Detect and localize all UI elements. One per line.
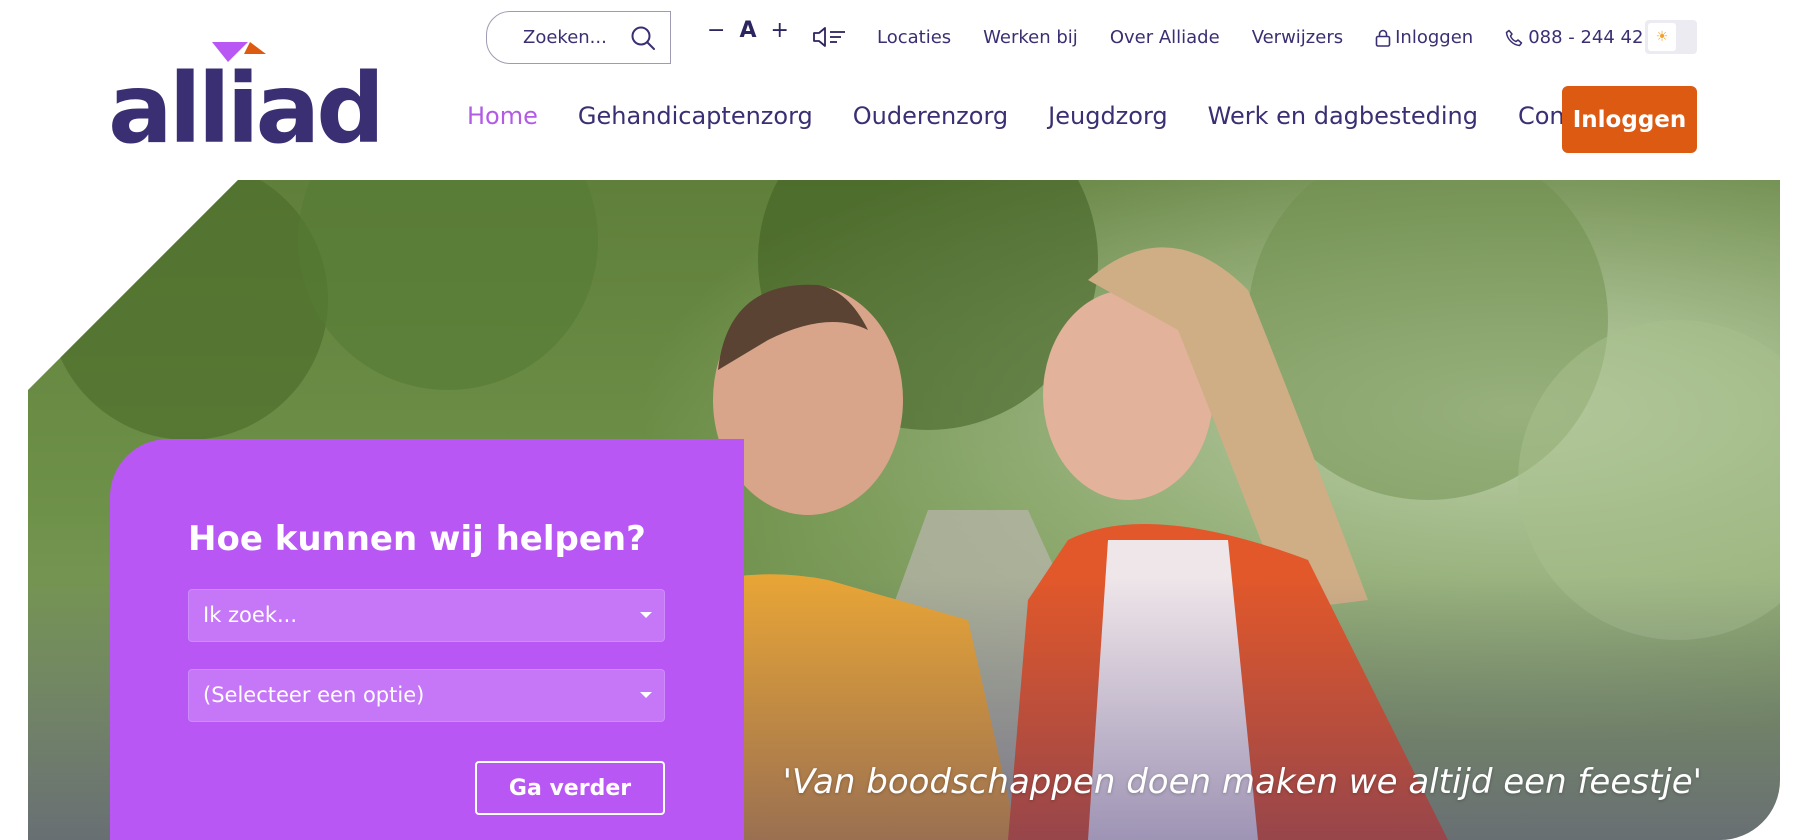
nav-item-werk-en-dagbesteding[interactable]: Werk en dagbesteding	[1208, 102, 1478, 130]
utility-nav: Locaties Werken bij Over Alliade Verwijz…	[877, 27, 1672, 48]
utility-link-over-alliade[interactable]: Over Alliade	[1110, 27, 1220, 48]
chevron-down-icon	[640, 612, 652, 618]
alliade-logo[interactable]: alliade	[108, 42, 378, 152]
login-button[interactable]: Inloggen	[1562, 86, 1697, 153]
ik-zoek-select-value: Ik zoek...	[203, 603, 298, 627]
lock-icon	[1375, 29, 1391, 47]
utility-link-werken-bij[interactable]: Werken bij	[983, 27, 1078, 48]
nav-item-jeugdzorg[interactable]: Jeugdzorg	[1048, 102, 1167, 130]
text-size-controls: − A +	[707, 20, 789, 42]
search-box[interactable]	[486, 11, 671, 64]
ik-zoek-select[interactable]: Ik zoek...	[188, 589, 665, 642]
ga-verder-button[interactable]: Ga verder	[475, 761, 665, 815]
svg-text:alliade: alliade	[108, 53, 378, 152]
utility-link-locaties[interactable]: Locaties	[877, 27, 951, 48]
increase-text-size-button[interactable]: +	[770, 20, 788, 42]
nav-item-home[interactable]: Home	[467, 102, 538, 130]
search-input[interactable]	[523, 27, 633, 48]
option-select-value: (Selecteer een optie)	[203, 683, 425, 707]
option-select[interactable]: (Selecteer een optie)	[188, 669, 665, 722]
sun-icon: ☀	[1648, 23, 1676, 51]
speaker-icon[interactable]	[812, 25, 846, 49]
hero-quote: 'Van boodschappen doen maken we altijd e…	[782, 762, 1702, 802]
utility-link-inloggen-label: Inloggen	[1395, 27, 1474, 48]
text-size-label: A	[739, 18, 757, 43]
decrease-text-size-button[interactable]: −	[707, 20, 725, 42]
main-nav: Home Gehandicaptenzorg Ouderenzorg Jeugd…	[467, 102, 1611, 130]
nav-item-gehandicaptenzorg[interactable]: Gehandicaptenzorg	[578, 102, 813, 130]
utility-link-verwijzers[interactable]: Verwijzers	[1252, 27, 1343, 48]
chevron-down-icon	[640, 692, 652, 698]
nav-item-ouderenzorg[interactable]: Ouderenzorg	[853, 102, 1008, 130]
utility-link-inloggen[interactable]: Inloggen	[1375, 27, 1473, 48]
search-icon[interactable]	[630, 25, 656, 51]
theme-toggle[interactable]: ☀	[1645, 20, 1697, 54]
help-title: Hoe kunnen wij helpen?	[188, 519, 646, 559]
phone-icon	[1505, 29, 1523, 46]
help-panel: Hoe kunnen wij helpen? Ik zoek... (Selec…	[110, 439, 744, 840]
